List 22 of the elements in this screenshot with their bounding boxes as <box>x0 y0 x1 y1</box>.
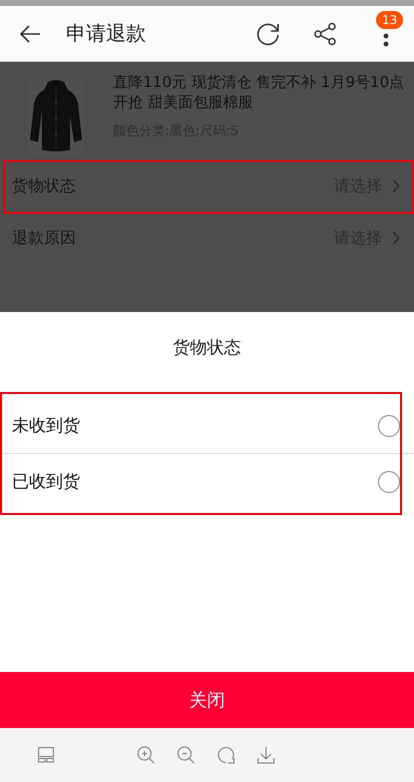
option-row[interactable]: 未收到货 <box>0 398 414 453</box>
sheet-title: 货物状态 <box>172 336 242 360</box>
zoom-in-icon[interactable] <box>137 746 155 764</box>
page-title: 申请退款 <box>66 20 147 47</box>
option-label: 未收到货 <box>12 415 81 437</box>
more-icon[interactable] <box>383 32 389 46</box>
close-button[interactable]: 关闭 <box>0 672 414 728</box>
radio-button[interactable] <box>378 414 400 436</box>
row-label: 退款原因 <box>12 228 77 248</box>
rotate-icon[interactable] <box>217 746 235 764</box>
share-icon[interactable] <box>312 20 338 46</box>
chevron-icon <box>392 179 400 193</box>
download-icon[interactable] <box>257 746 275 764</box>
row-label: 货物状态 <box>12 176 77 196</box>
thumbnails-icon[interactable] <box>38 747 54 763</box>
option-row[interactable]: 已收到货 <box>0 453 414 509</box>
zoom-out-icon[interactable] <box>177 746 195 764</box>
chevron-icon <box>392 231 400 245</box>
notification-badge: 13 <box>376 10 404 28</box>
option-label: 已收到货 <box>12 471 81 493</box>
product-title: 直降110元 现货清仓 售完不补 1月9号10点开抢 甜美面包服棉服 <box>113 72 406 112</box>
radio-button[interactable] <box>378 470 400 492</box>
